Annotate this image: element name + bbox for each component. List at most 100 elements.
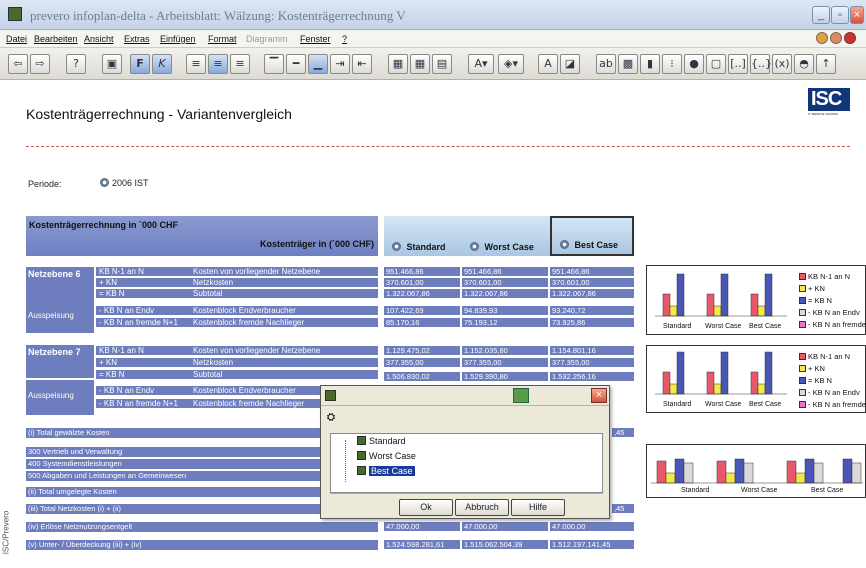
- image-icon[interactable]: ▩: [618, 54, 638, 74]
- value-cell[interactable]: 85.170,16: [384, 318, 460, 328]
- menu-bearbeiten[interactable]: Bearbeiten: [34, 34, 78, 44]
- formula-icon[interactable]: (x): [772, 54, 792, 74]
- value-cell[interactable]: 75.193,12: [462, 318, 548, 328]
- ok-button[interactable]: Ok: [399, 499, 453, 516]
- bracket-icon[interactable]: [..]: [728, 54, 748, 74]
- help-icon[interactable]: ?: [66, 54, 86, 74]
- value-cell[interactable]: ,45: [612, 428, 634, 438]
- restore-button[interactable]: ▫: [831, 6, 849, 24]
- value-cell[interactable]: 107.422,69: [384, 306, 460, 316]
- value-cell[interactable]: 951.466,86: [550, 267, 634, 277]
- periode-selector[interactable]: 2006 IST: [100, 178, 149, 188]
- close-button[interactable]: ×: [850, 6, 864, 24]
- value-cell[interactable]: 1.322.067,86: [384, 289, 460, 299]
- value-cell[interactable]: 1.529.390,80: [462, 372, 548, 382]
- outdent-icon[interactable]: ⇤: [352, 54, 372, 74]
- help-button[interactable]: Hilfe: [511, 499, 565, 516]
- value-cell[interactable]: 93.240,72: [550, 306, 634, 316]
- value-cell[interactable]: 370.601,00: [462, 278, 548, 288]
- close-icon[interactable]: [844, 32, 856, 44]
- table-icon[interactable]: ▦: [410, 54, 430, 74]
- border-bottom-icon[interactable]: ▁: [308, 54, 328, 74]
- tree-item-worst-case[interactable]: Worst Case: [357, 451, 416, 461]
- logo-text: ISC: [808, 88, 850, 111]
- box-icon[interactable]: ▢: [706, 54, 726, 74]
- value-cell[interactable]: 47.000,00: [462, 522, 548, 532]
- value-cell[interactable]: 73.925,86: [550, 318, 634, 328]
- menu-fenster[interactable]: Fenster: [300, 34, 331, 44]
- border-mid-icon[interactable]: ━: [286, 54, 306, 74]
- value-cell[interactable]: 951.466,86: [462, 267, 548, 277]
- shape-icon[interactable]: ◓: [794, 54, 814, 74]
- value-cell[interactable]: 370.601,00: [550, 278, 634, 288]
- menu-diagramm: Diagramm: [246, 34, 288, 44]
- save-icon[interactable]: ▣: [102, 54, 122, 74]
- menu-extras[interactable]: Extras: [124, 34, 150, 44]
- tree-item-standard[interactable]: Standard: [357, 436, 406, 446]
- value-cell[interactable]: 1.532.256,16: [550, 372, 634, 382]
- menu-format[interactable]: Format: [208, 34, 237, 44]
- value-cell[interactable]: 1.129.475,02: [384, 346, 460, 356]
- value-cell[interactable]: 1.322.067,86: [462, 289, 548, 299]
- text-icon[interactable]: ab: [596, 54, 616, 74]
- pin-icon[interactable]: ↑: [816, 54, 836, 74]
- table-alt-icon[interactable]: ▤: [432, 54, 452, 74]
- border-top-icon[interactable]: ▔: [264, 54, 284, 74]
- bar: [743, 462, 754, 484]
- mini-chart-totals: Standard Worst Case Best Case: [646, 444, 866, 498]
- brace-icon[interactable]: {..}: [750, 54, 772, 74]
- search-icon[interactable]: ⛭: [327, 412, 345, 428]
- total-row: 500 Abgaben und Leistungen an Gemeinwese…: [26, 471, 320, 481]
- value-cell[interactable]: 951.466,86: [384, 267, 460, 277]
- column-header-standard[interactable]: Standard: [384, 216, 462, 256]
- menu-einfuegen[interactable]: Einfügen: [160, 34, 196, 44]
- dots-icon[interactable]: ⁝: [662, 54, 682, 74]
- font-color-icon[interactable]: A▾: [468, 54, 494, 74]
- value-cell[interactable]: 1.506.830,02: [384, 372, 460, 382]
- align-right-icon[interactable]: ≡: [230, 54, 250, 74]
- tree-item-best-case[interactable]: Best Case: [357, 466, 415, 476]
- axis-label: Standard: [663, 401, 692, 408]
- table-subtitle: Kostenträger in (`000 CHF): [259, 239, 374, 249]
- chart-icon[interactable]: ▮: [640, 54, 660, 74]
- grid-icon[interactable]: ▦: [388, 54, 408, 74]
- align-left-icon[interactable]: ≡: [186, 54, 206, 74]
- variant-tree[interactable]: Standard Worst Case Best Case: [330, 433, 603, 493]
- column-header-worst-case[interactable]: Worst Case: [462, 216, 550, 256]
- refresh-icon[interactable]: [513, 388, 529, 403]
- value-cell[interactable]: 47.000,00: [550, 522, 634, 532]
- value-cell[interactable]: 1.524.598.281,61: [384, 540, 460, 550]
- value-cell[interactable]: 47.000,00: [384, 522, 460, 532]
- value-cell[interactable]: 1.152.035,80: [462, 346, 548, 356]
- minimize-button[interactable]: _: [812, 6, 830, 24]
- value-cell[interactable]: 370.601,00: [384, 278, 460, 288]
- value-cell[interactable]: 1.322.067,86: [550, 289, 634, 299]
- fill-color-icon[interactable]: ◈▾: [498, 54, 524, 74]
- value-cell[interactable]: 94.839,93: [462, 306, 548, 316]
- back-icon[interactable]: ⇦: [8, 54, 28, 74]
- value-cell[interactable]: 377.355,00: [550, 358, 634, 368]
- font-icon[interactable]: A: [538, 54, 558, 74]
- value-cell[interactable]: 377.355,00: [384, 358, 460, 368]
- row-a: = KB N: [96, 370, 190, 380]
- align-center-icon[interactable]: ≡: [208, 54, 228, 74]
- format-icon[interactable]: ◪: [560, 54, 580, 74]
- value-cell[interactable]: ,45: [612, 504, 634, 514]
- legend-item: KB N-1 an N: [799, 272, 850, 281]
- menu-datei[interactable]: Datei: [6, 34, 27, 44]
- cancel-button[interactable]: Abbruch: [455, 499, 509, 516]
- bold-icon[interactable]: F: [130, 54, 150, 74]
- menu-help[interactable]: ?: [342, 34, 347, 44]
- close-icon[interactable]: ×: [591, 388, 607, 403]
- row-a: KB N-1 an N: [96, 267, 190, 277]
- value-cell[interactable]: 1.515.062.504,39: [462, 540, 548, 550]
- menu-ansicht[interactable]: Ansicht: [84, 34, 114, 44]
- value-cell[interactable]: 1.154.801,16: [550, 346, 634, 356]
- traffic-light-icon[interactable]: ●: [684, 54, 704, 74]
- forward-icon[interactable]: ⇨: [30, 54, 50, 74]
- column-header-best-case[interactable]: Best Case: [550, 216, 634, 256]
- value-cell[interactable]: 1.512.197.141,45: [550, 540, 634, 550]
- value-cell[interactable]: 377.355,00: [462, 358, 548, 368]
- italic-icon[interactable]: K: [152, 54, 172, 74]
- indent-icon[interactable]: ⇥: [330, 54, 350, 74]
